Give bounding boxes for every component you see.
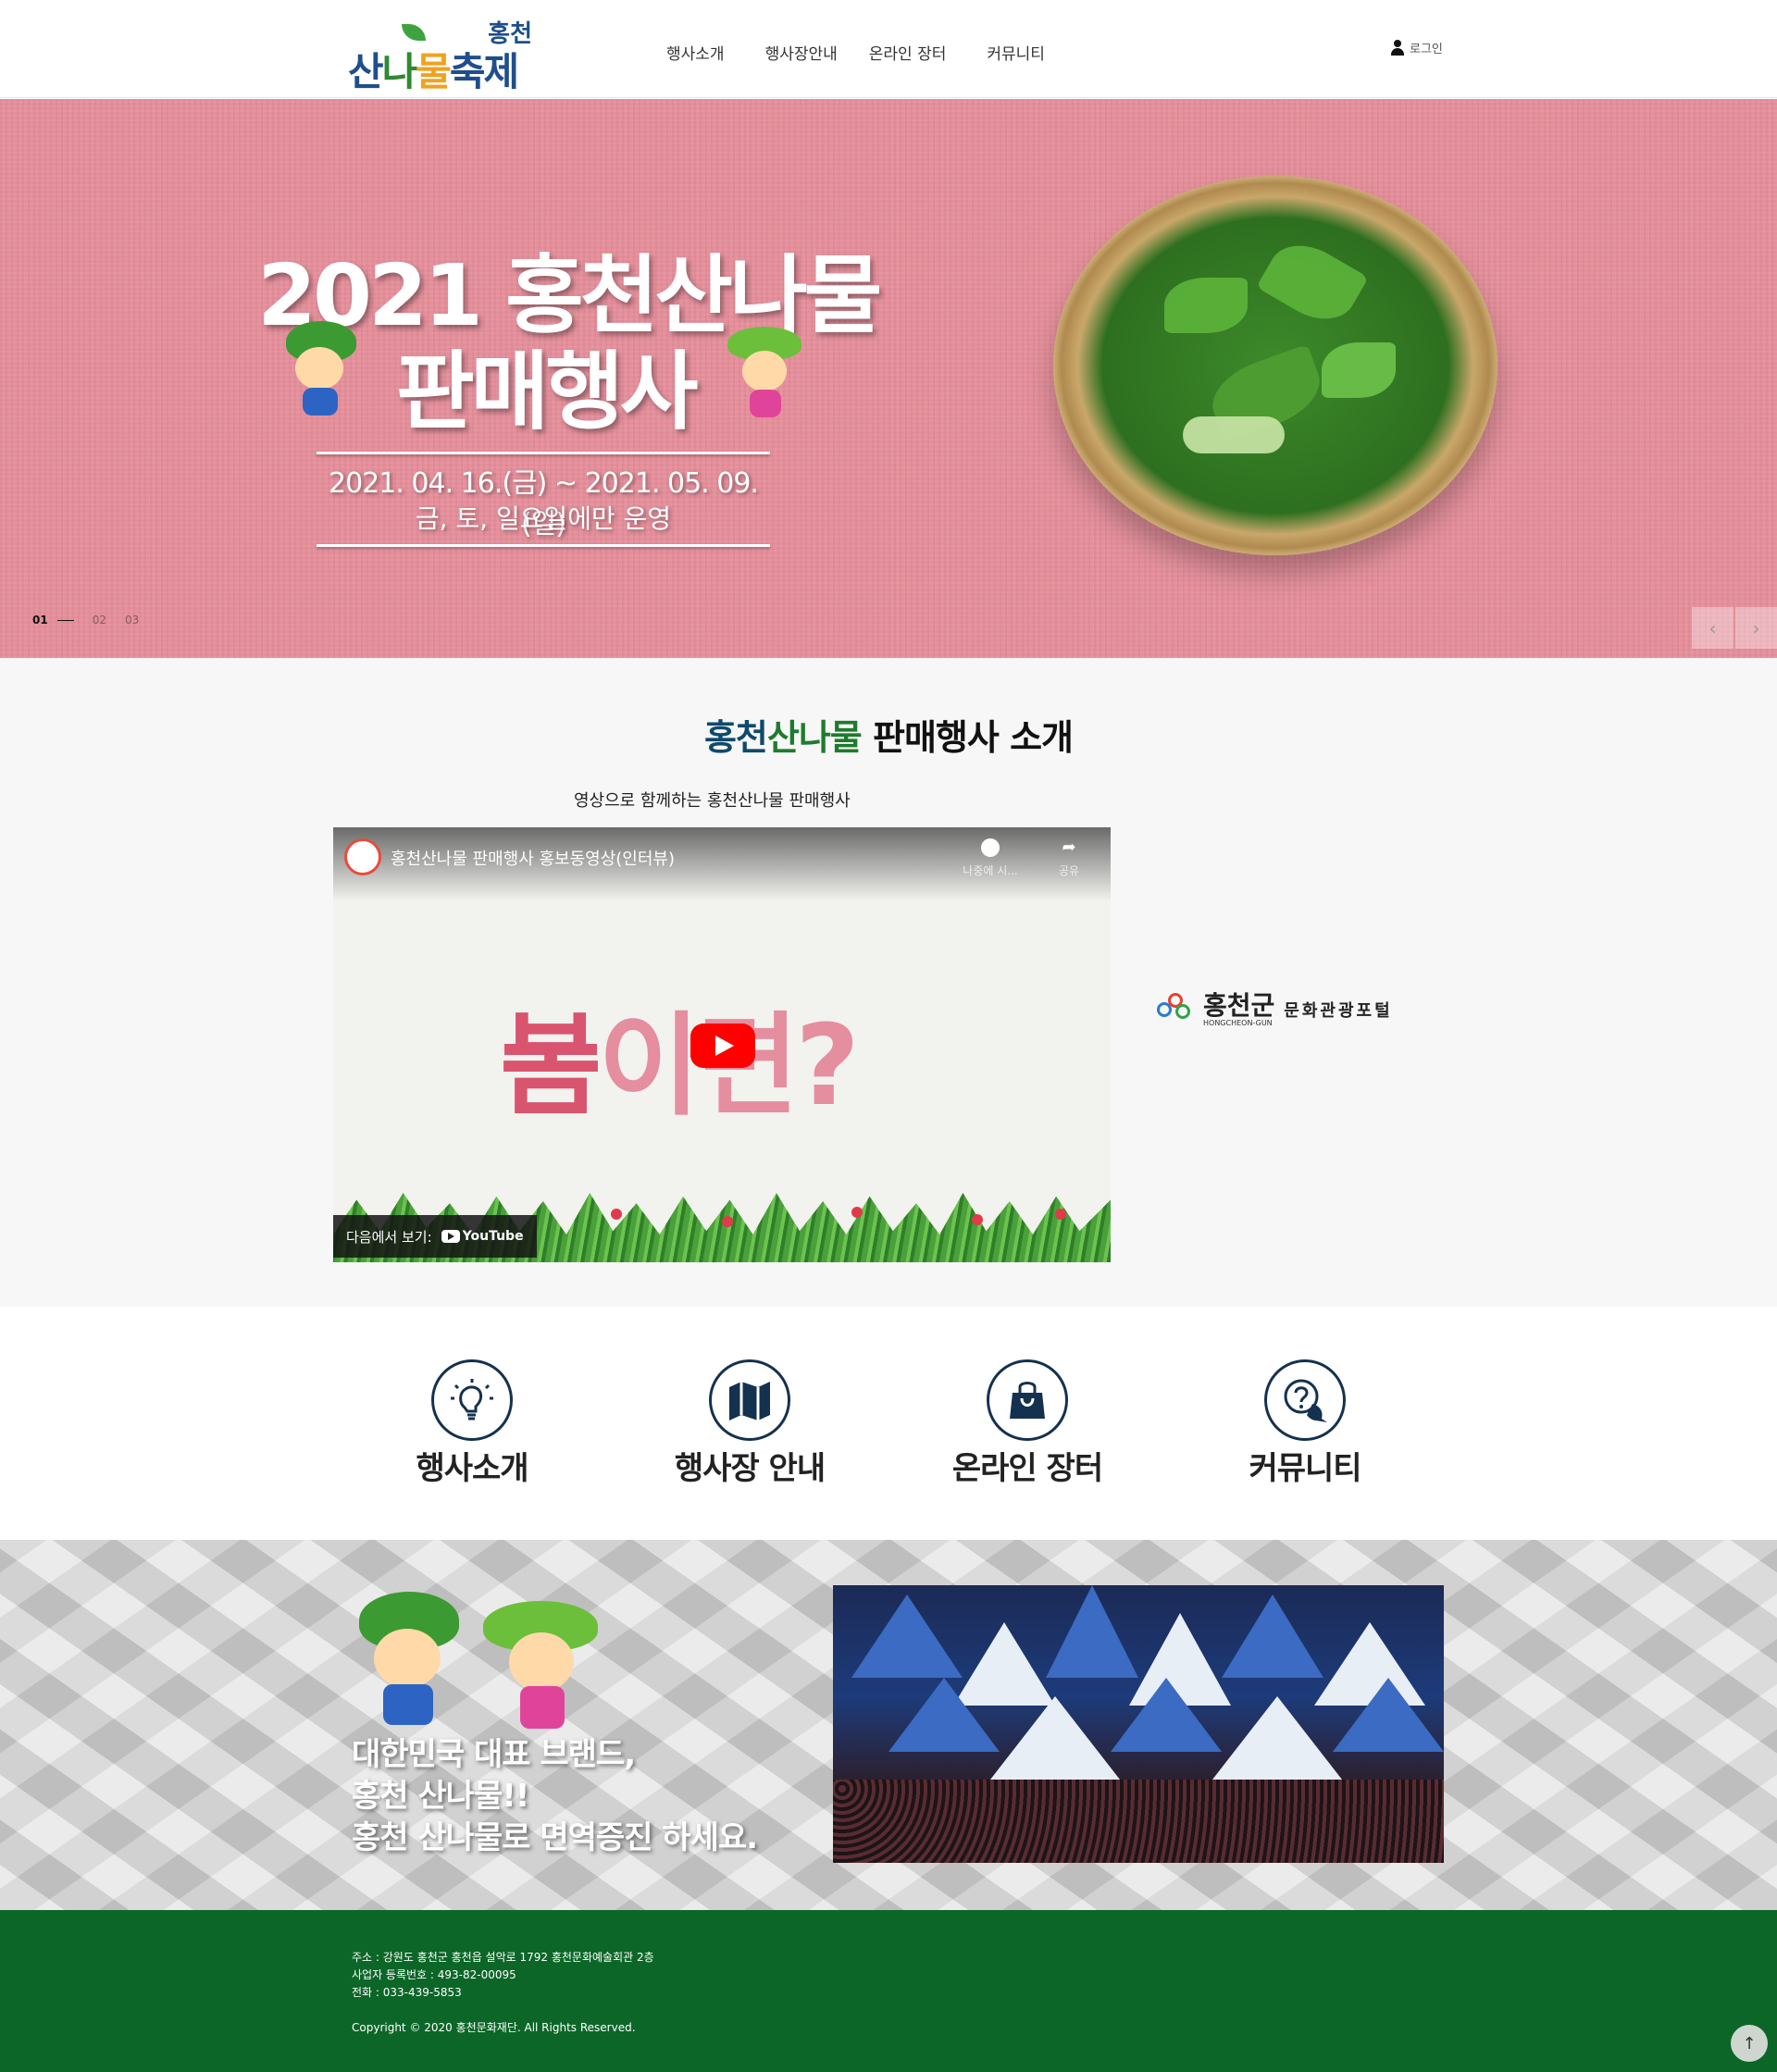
- pager-item-2[interactable]: 02: [93, 614, 106, 627]
- youtube-play-icon: [441, 1230, 460, 1243]
- main-nav: 행사소개 행사장안내 온라인 장터 커뮤니티: [666, 41, 1086, 64]
- flower-decoration: [972, 1214, 983, 1225]
- hero-slider: 2021 홍천산나물 판매행사 2021. 04. 16.(금) ~ 2021.…: [0, 99, 1777, 658]
- share-button[interactable]: ➦ 공유: [1046, 838, 1092, 878]
- slider-next-button[interactable]: ›: [1735, 607, 1777, 649]
- clock-icon: [981, 838, 1000, 857]
- intro-section: 홍천산나물 판매행사 소개 영상으로 함께하는 홍천산나물 판매행사 홍천산나물…: [0, 658, 1777, 1307]
- portal-name-group: 홍천군 HONGCHEON-GUN: [1203, 989, 1275, 1027]
- channel-avatar[interactable]: [344, 838, 381, 875]
- portal-subtitle: 문화관광포털: [1284, 1001, 1393, 1021]
- intro-title-part1: 홍천: [703, 717, 768, 758]
- youtube-video-player[interactable]: 홍천산나물 판매행사 홍보동영상(인터뷰) 나중에 시... ➦ 공유 봄이면?…: [333, 827, 1111, 1262]
- site-header: 홍천 산나물축제 행사소개 행사장안내 온라인 장터 커뮤니티 로그인: [0, 0, 1777, 98]
- portal-name: 홍천군: [1203, 989, 1275, 1021]
- quick-link-icon-circle: [987, 1359, 1068, 1441]
- map-icon: [729, 1382, 770, 1421]
- flower-decoration: [1055, 1209, 1066, 1220]
- video-title[interactable]: 홍천산나물 판매행사 홍보동영상(인터뷰): [391, 846, 675, 870]
- quick-link-event-intro[interactable]: 행사소개: [370, 1359, 574, 1488]
- footer-address: 주소 : 강원도 홍천군 홍천읍 설악로 1792 홍천문화예술회관 2층: [352, 1951, 654, 1964]
- mascot-boy-image: [273, 321, 366, 423]
- intro-subtitle: 영상으로 함께하는 홍천산나물 판매행사: [574, 791, 851, 811]
- intro-title-part3: 판매행사 소개: [861, 717, 1074, 758]
- brand-slogan-line2: 홍천 산나물!!: [352, 1778, 529, 1815]
- quick-link-icon-circle: [431, 1359, 513, 1441]
- youtube-label: YouTube: [462, 1229, 524, 1244]
- pager-item-3[interactable]: 03: [125, 614, 139, 627]
- logo-char-3: 물: [416, 49, 452, 94]
- quick-link-online-market[interactable]: 온라인 장터: [926, 1359, 1129, 1488]
- brand-section: 대한민국 대표 브랜드, 홍천 산나물!! 홍천 산나물로 면역증진 하세요.: [0, 1540, 1777, 1910]
- watch-on-label: 다음에서 보기:: [346, 1228, 432, 1246]
- login-link[interactable]: 로그인: [1390, 39, 1443, 56]
- footer-phone: 전화 : 033-439-5853: [352, 1986, 462, 1999]
- scroll-to-top-button[interactable]: ↑: [1731, 2025, 1768, 2062]
- quick-link-venue-guide[interactable]: 행사장 안내: [648, 1359, 851, 1488]
- quick-link-icon-circle: [1264, 1359, 1346, 1441]
- flower-decoration: [851, 1207, 863, 1218]
- nav-item-event-intro[interactable]: 행사소개: [666, 41, 725, 64]
- intro-title: 홍천산나물 판매행사 소개: [0, 709, 1777, 760]
- slider-arrows: ‹ ›: [1692, 607, 1777, 649]
- logo-char-4: 축제: [449, 49, 519, 94]
- culture-tourism-portal-link[interactable]: 홍천군 HONGCHEON-GUN 문화관광포털: [1155, 991, 1393, 1028]
- brand-slogan-line3: 홍천 산나물로 면역증진 하세요.: [352, 1819, 758, 1856]
- share-icon: ➦: [1062, 837, 1076, 857]
- herb-basket-image: [1053, 176, 1497, 555]
- brand-slogan: 대한민국 대표 브랜드, 홍천 산나물!! 홍천 산나물로 면역증진 하세요.: [352, 1734, 758, 1859]
- site-logo[interactable]: 홍천 산나물축제: [348, 15, 538, 94]
- login-label: 로그인: [1410, 43, 1443, 56]
- quick-link-label: 커뮤니티: [1249, 1450, 1361, 1487]
- quick-link-label: 행사장 안내: [674, 1450, 826, 1487]
- watch-later-button[interactable]: 나중에 시...: [953, 838, 1027, 878]
- quick-link-icon-circle: [709, 1359, 790, 1441]
- thumbnail-text-1: 봄: [500, 1002, 602, 1131]
- night-market-photo: [833, 1585, 1444, 1863]
- question-chat-icon: [1284, 1379, 1327, 1422]
- footer-copyright: Copyright © 2020 홍천문화재단. All Rights Rese…: [352, 2021, 636, 2034]
- quick-links: 행사소개 행사장 안내 온라인 장터 커뮤니티: [0, 1307, 1777, 1540]
- flower-decoration: [722, 1216, 733, 1227]
- site-footer: 주소 : 강원도 홍천군 홍천읍 설악로 1792 홍천문화예술회관 2층 사업…: [0, 1910, 1777, 2072]
- intro-title-part2: 산나물: [766, 717, 863, 758]
- footer-business-number: 사업자 등록번호 : 493-82-00095: [352, 1968, 516, 1981]
- mascot-girl-image: [472, 1586, 611, 1734]
- video-thumbnail-text: 봄이면?: [500, 975, 860, 1136]
- hero-title-line2: 판매행사: [396, 342, 699, 441]
- nav-item-venue-guide[interactable]: 행사장안내: [765, 41, 838, 64]
- hero-note: 금, 토, 일요일에만 운영: [415, 503, 672, 534]
- youtube-logo: YouTube: [441, 1229, 524, 1244]
- brand-slogan-line1: 대한민국 대표 브랜드,: [352, 1736, 636, 1773]
- logo-char-2: 나: [381, 49, 418, 94]
- quick-link-label: 온라인 장터: [951, 1450, 1103, 1487]
- hongcheon-logo-icon: [1155, 991, 1194, 1028]
- portal-name-en: HONGCHEON-GUN: [1203, 1018, 1273, 1027]
- nav-item-online-market[interactable]: 온라인 장터: [869, 41, 947, 64]
- play-button[interactable]: [690, 1024, 755, 1068]
- slider-pager: 01 02 03: [32, 614, 139, 627]
- slider-prev-button[interactable]: ‹: [1692, 607, 1734, 649]
- flower-decoration: [611, 1209, 622, 1220]
- share-label: 공유: [1058, 864, 1080, 877]
- lightbulb-icon: [451, 1379, 493, 1421]
- hero-divider-bottom: [317, 544, 770, 547]
- watch-later-label: 나중에 시...: [963, 864, 1018, 877]
- watch-on-youtube-button[interactable]: 다음에서 보기: YouTube: [333, 1215, 537, 1258]
- quick-link-community[interactable]: 커뮤니티: [1203, 1359, 1407, 1488]
- nav-item-community[interactable]: 커뮤니티: [987, 41, 1045, 64]
- mascot-boy-image: [342, 1592, 472, 1731]
- pager-item-1[interactable]: 01: [32, 614, 48, 627]
- logo-main-text: 산나물축제: [348, 41, 519, 97]
- shopping-bag-icon: [1010, 1382, 1045, 1419]
- mascot-girl-image: [718, 321, 811, 423]
- logo-char-1: 산: [348, 49, 384, 94]
- quick-link-label: 행사소개: [416, 1450, 528, 1487]
- hero-divider-top: [317, 452, 770, 454]
- user-icon: [1390, 39, 1405, 56]
- logo-leaf-icon: [402, 24, 426, 41]
- pager-active-bar: [56, 619, 74, 621]
